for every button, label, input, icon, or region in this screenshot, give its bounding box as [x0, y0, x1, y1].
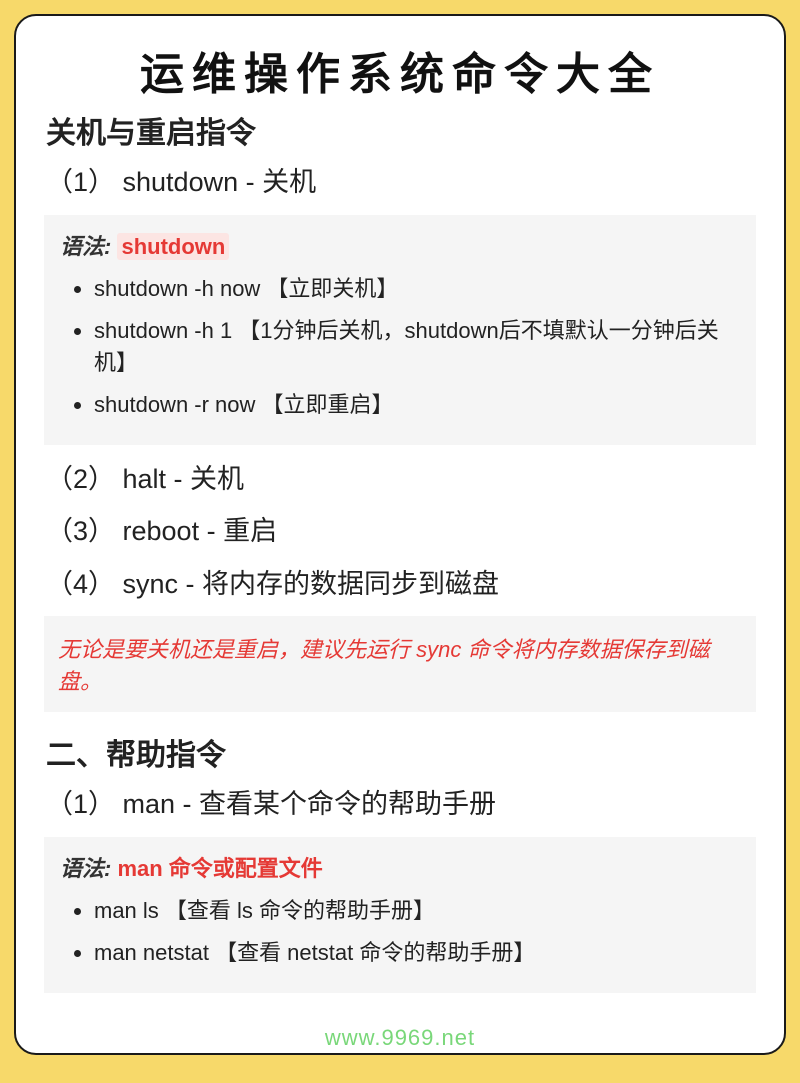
syntax-label: 语法: — [60, 856, 117, 881]
entry-reboot: （3） reboot - 重启 — [46, 511, 754, 552]
section-shutdown-heading: 关机与重启指令 — [46, 108, 754, 152]
syntax-line: 语法: shutdown — [60, 229, 740, 261]
entry-shutdown: （1） shutdown - 关机 — [46, 162, 754, 203]
entry-sync: （4） sync - 将内存的数据同步到磁盘 — [46, 564, 754, 605]
page-title: 运维操作系统命令大全 — [46, 38, 754, 102]
man-syntax-block: 语法: man 命令或配置文件 man ls 【查看 ls 命令的帮助手册】 m… — [44, 837, 756, 993]
list-item: shutdown -h 1 【1分钟后关机，shutdown后不填默认一分钟后关… — [94, 313, 740, 377]
shutdown-bullet-list: shutdown -h now 【立即关机】 shutdown -h 1 【1分… — [60, 271, 740, 419]
sync-note-block: 无论是要关机还是重启，建议先运行 sync 命令将内存数据保存到磁盘。 — [44, 616, 756, 712]
list-item: man netstat 【查看 netstat 命令的帮助手册】 — [94, 935, 740, 967]
entry-man: （1） man - 查看某个命令的帮助手册 — [46, 784, 754, 825]
syntax-command: man 命令或配置文件 — [117, 856, 322, 881]
syntax-command: shutdown — [117, 233, 229, 260]
entry-halt: （2） halt - 关机 — [46, 459, 754, 500]
syntax-line: 语法: man 命令或配置文件 — [60, 851, 740, 883]
shutdown-syntax-block: 语法: shutdown shutdown -h now 【立即关机】 shut… — [44, 215, 756, 445]
document-card: 运维操作系统命令大全 关机与重启指令 （1） shutdown - 关机 语法:… — [14, 14, 786, 1055]
syntax-label: 语法: — [60, 234, 117, 259]
watermark: www.9969.net — [16, 1025, 784, 1051]
man-bullet-list: man ls 【查看 ls 命令的帮助手册】 man netstat 【查看 n… — [60, 893, 740, 967]
list-item: shutdown -r now 【立即重启】 — [94, 387, 740, 419]
section-help-heading: 二、帮助指令 — [46, 730, 754, 774]
list-item: man ls 【查看 ls 命令的帮助手册】 — [94, 893, 740, 925]
note-text: 无论是要关机还是重启，建议先运行 sync 命令将内存数据保存到磁盘。 — [58, 632, 742, 696]
list-item: shutdown -h now 【立即关机】 — [94, 271, 740, 303]
